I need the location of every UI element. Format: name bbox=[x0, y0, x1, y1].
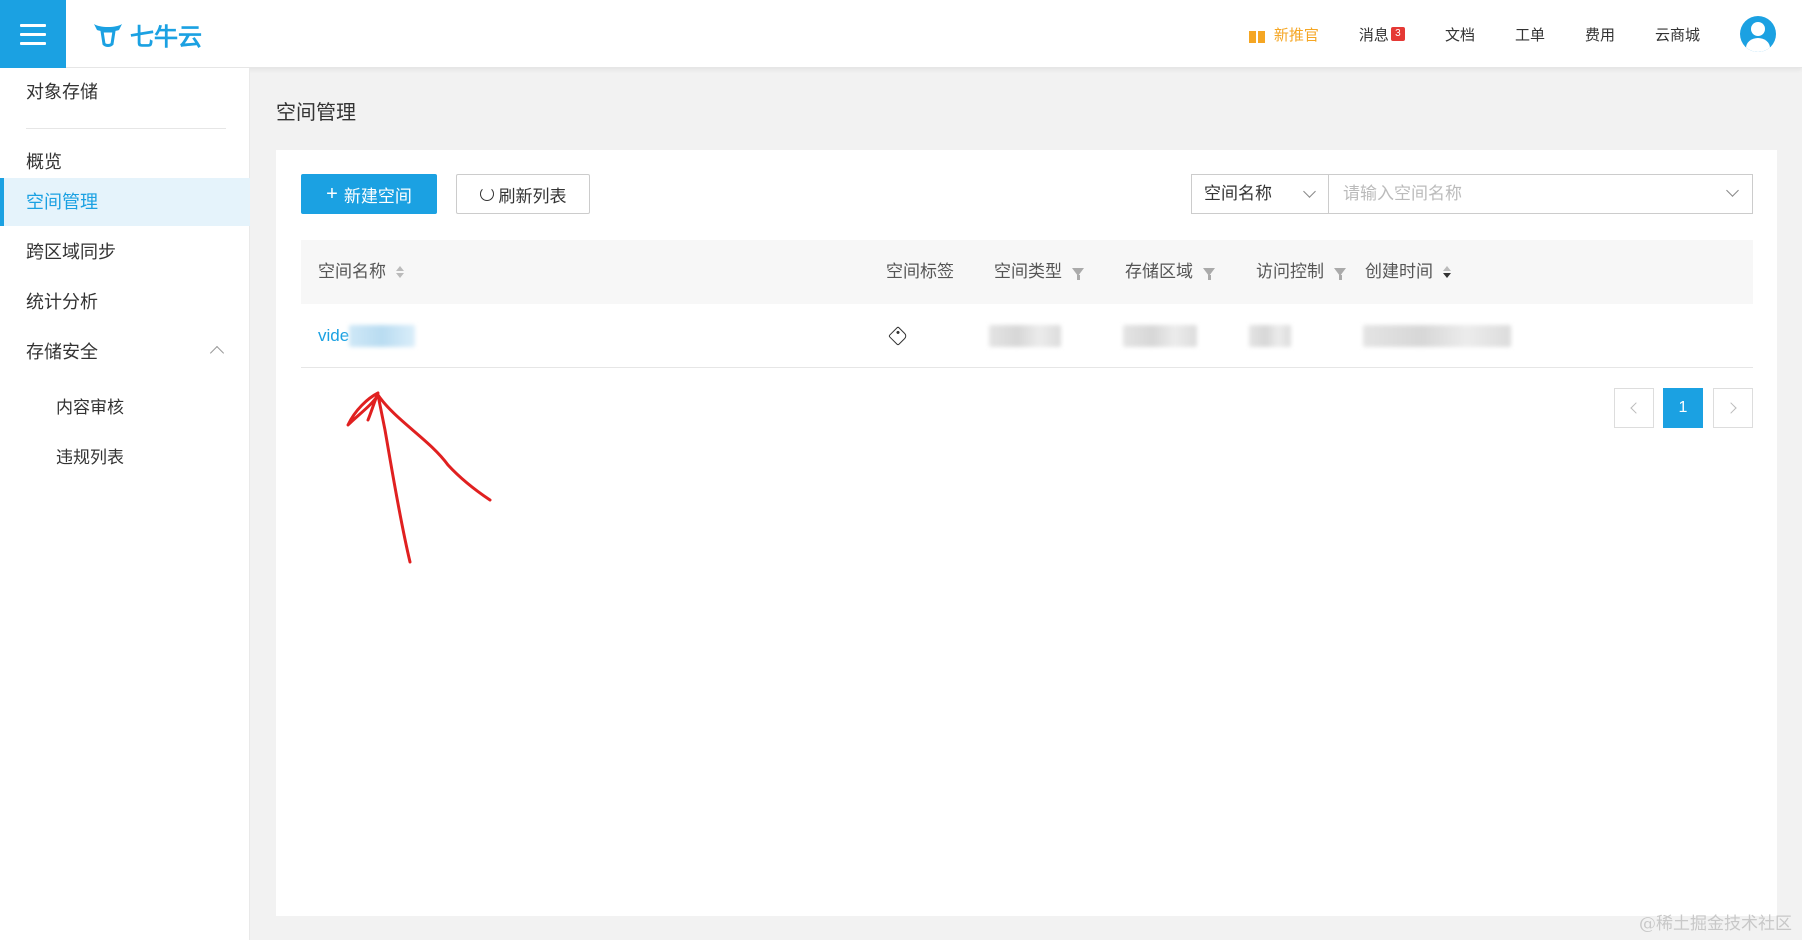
bucket-tags-cell bbox=[888, 304, 908, 368]
sidebar: 对象存储 概览 空间管理 跨区域同步 统计分析 存储安全 内容审核 违规列表 bbox=[0, 68, 250, 940]
access-control-cell bbox=[1249, 304, 1291, 368]
tag-icon[interactable] bbox=[888, 326, 908, 346]
redacted-text bbox=[1249, 325, 1291, 347]
hamburger-menu-icon[interactable] bbox=[0, 0, 66, 68]
column-label: 空间名称 bbox=[318, 262, 386, 281]
brand-logo[interactable]: 七牛云 bbox=[92, 18, 202, 51]
bucket-name-link[interactable]: vide bbox=[318, 326, 349, 346]
new-bucket-button[interactable]: + 新建空间 bbox=[301, 174, 437, 214]
chevron-up-icon bbox=[209, 345, 225, 361]
gift-icon bbox=[1248, 25, 1266, 43]
sidebar-item-storage-security[interactable]: 存储安全 bbox=[0, 328, 250, 376]
redacted-text bbox=[989, 325, 1061, 347]
column-header-bucket-type[interactable]: 空间类型 bbox=[994, 240, 1084, 304]
filter-icon[interactable] bbox=[1334, 268, 1346, 280]
page-title: 空间管理 bbox=[276, 102, 356, 124]
sidebar-item-content-review[interactable]: 内容审核 bbox=[0, 384, 250, 432]
nav-billing[interactable]: 费用 bbox=[1585, 24, 1615, 45]
qiniu-logo-icon bbox=[94, 24, 122, 47]
sidebar-item-label: 存储安全 bbox=[26, 342, 98, 362]
user-avatar-icon[interactable] bbox=[1740, 16, 1776, 52]
bucket-panel: + 新建空间 刷新列表 空间名称 空间名称 空间标签 空间类型 存储区域 访问控… bbox=[276, 150, 1777, 916]
plus-icon: + bbox=[326, 182, 338, 205]
nav-messages[interactable]: 消息 3 bbox=[1359, 24, 1405, 45]
search-field-value: 空间名称 bbox=[1204, 184, 1272, 203]
nav-promo-label: 新推官 bbox=[1273, 26, 1319, 44]
table-header: 空间名称 空间标签 空间类型 存储区域 访问控制 创建时间 bbox=[301, 240, 1753, 304]
nav-messages-label: 消息 bbox=[1358, 26, 1389, 44]
sidebar-item-violation-list[interactable]: 违规列表 bbox=[0, 434, 250, 482]
column-header-bucket-tags: 空间标签 bbox=[886, 262, 954, 281]
nav-marketplace[interactable]: 云商城 bbox=[1655, 24, 1700, 45]
pagination-next-button[interactable] bbox=[1713, 388, 1753, 428]
sidebar-section-title[interactable]: 对象存储 bbox=[0, 68, 250, 116]
nav-tickets[interactable]: 工单 bbox=[1515, 24, 1545, 45]
refresh-list-button[interactable]: 刷新列表 bbox=[456, 174, 590, 214]
column-label: 空间类型 bbox=[994, 262, 1062, 281]
column-label: 存储区域 bbox=[1125, 262, 1193, 281]
bucket-search-input[interactable] bbox=[1328, 174, 1753, 214]
redacted-text bbox=[1363, 325, 1511, 347]
search-field-select[interactable]: 空间名称 bbox=[1191, 174, 1329, 214]
sidebar-divider bbox=[26, 128, 226, 129]
column-header-bucket-name[interactable]: 空间名称 bbox=[318, 240, 404, 304]
chevron-left-icon bbox=[1630, 402, 1642, 414]
sidebar-item-bucket-management[interactable]: 空间管理 bbox=[0, 178, 250, 226]
redacted-text bbox=[1123, 325, 1197, 347]
nav-promo[interactable]: 新推官 bbox=[1248, 24, 1319, 45]
nav-docs[interactable]: 文档 bbox=[1445, 24, 1475, 45]
sidebar-item-analytics[interactable]: 统计分析 bbox=[0, 278, 250, 326]
chevron-down-icon bbox=[1303, 185, 1316, 198]
column-header-access-control[interactable]: 访问控制 bbox=[1256, 240, 1346, 304]
new-bucket-label: 新建空间 bbox=[343, 186, 412, 206]
sort-icon[interactable] bbox=[1443, 266, 1451, 278]
brand-name: 七牛云 bbox=[130, 23, 202, 51]
redacted-text bbox=[349, 325, 416, 347]
refresh-list-label: 刷新列表 bbox=[498, 186, 567, 206]
column-header-created-time[interactable]: 创建时间 bbox=[1365, 240, 1451, 304]
pagination-page-1[interactable]: 1 bbox=[1663, 388, 1703, 428]
filter-icon[interactable] bbox=[1072, 268, 1084, 280]
chevron-right-icon bbox=[1725, 402, 1737, 414]
filter-icon[interactable] bbox=[1203, 268, 1215, 280]
top-bar: 七牛云 新推官 消息 3 文档 工单 费用 云商城 bbox=[0, 0, 1802, 68]
watermark: @稀土掘金技术社区 bbox=[1639, 914, 1792, 934]
column-label: 访问控制 bbox=[1256, 262, 1324, 281]
region-cell bbox=[1123, 304, 1197, 368]
sort-icon[interactable] bbox=[396, 266, 404, 278]
sidebar-item-cross-region-sync[interactable]: 跨区域同步 bbox=[0, 228, 250, 276]
refresh-icon bbox=[479, 187, 494, 201]
bucket-type-cell bbox=[989, 304, 1061, 368]
bucket-name-cell[interactable]: vide bbox=[318, 304, 416, 368]
pagination-prev-button[interactable] bbox=[1614, 388, 1654, 428]
column-header-region[interactable]: 存储区域 bbox=[1125, 240, 1215, 304]
column-label: 创建时间 bbox=[1365, 262, 1433, 281]
table-row: vide bbox=[301, 304, 1753, 368]
created-time-cell bbox=[1363, 304, 1511, 368]
top-nav: 新推官 消息 3 文档 工单 费用 云商城 bbox=[1248, 0, 1802, 68]
message-count-badge: 3 bbox=[1390, 27, 1405, 41]
